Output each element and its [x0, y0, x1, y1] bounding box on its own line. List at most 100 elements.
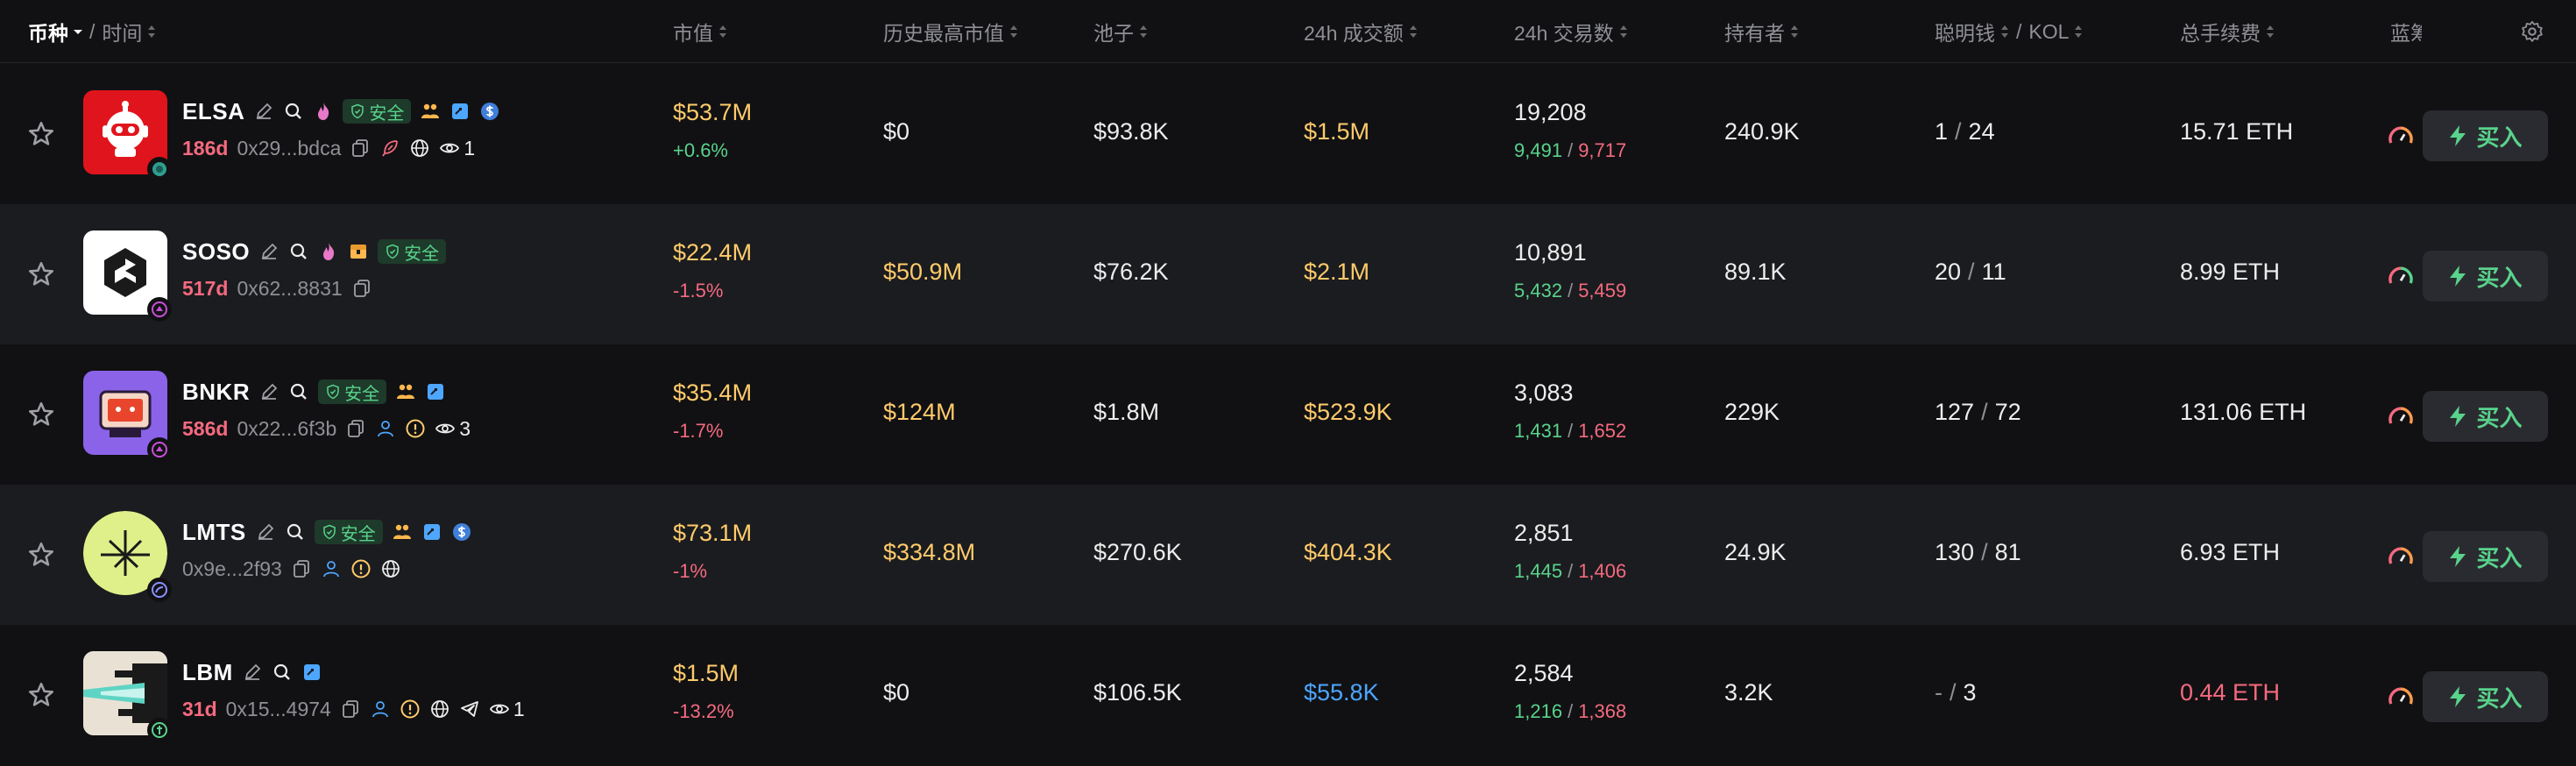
sort-icon[interactable]: [147, 24, 156, 39]
table-row[interactable]: SOSO 安全 517d 0x62...8831 $22.4M -1.5% $5…: [0, 204, 2576, 344]
safe-label: 安全: [340, 524, 376, 544]
user-icon[interactable]: [321, 558, 342, 579]
token-symbol[interactable]: ELSA: [182, 98, 244, 125]
globe-icon[interactable]: [429, 699, 450, 720]
chain-icon: [152, 162, 166, 176]
copy-icon[interactable]: [340, 699, 361, 720]
search-icon[interactable]: [283, 101, 304, 122]
market-cap: $53.7M: [673, 99, 753, 125]
buy-button[interactable]: 买入: [2423, 531, 2548, 582]
col-time-label[interactable]: 时间: [102, 17, 142, 46]
sort-icon[interactable]: [1790, 24, 1799, 39]
header-smart-kol[interactable]: 聪明钱 / KOL: [1935, 19, 2083, 45]
user-icon[interactable]: [370, 699, 391, 720]
team-icon: [393, 524, 411, 539]
contract-address[interactable]: 0x22...6f3b: [237, 417, 336, 441]
col-token-label[interactable]: 币种: [28, 17, 68, 46]
contract-address[interactable]: 0x62...8831: [237, 277, 342, 301]
sort-icon[interactable]: [2000, 24, 2009, 39]
edit-icon[interactable]: [258, 241, 280, 262]
search-icon[interactable]: [285, 521, 306, 543]
price-change: -13.2%: [673, 700, 734, 722]
star-icon[interactable]: [26, 540, 56, 570]
edit-icon[interactable]: [242, 662, 263, 683]
buy-button[interactable]: 买入: [2423, 251, 2548, 301]
header-holders[interactable]: 持有者: [1724, 19, 1799, 45]
edit-icon[interactable]: [258, 381, 280, 402]
gear-icon[interactable]: [2520, 19, 2544, 44]
sort-icon[interactable]: [1009, 24, 1018, 39]
contract-address[interactable]: 0x9e...2f93: [182, 557, 282, 581]
search-icon[interactable]: [272, 662, 293, 683]
table-row[interactable]: LMTS 安全 0x9e...2f93 $73.1M -1% $334.8M $…: [0, 485, 2576, 625]
header-ath[interactable]: 历史最高市值: [883, 19, 1018, 45]
table-row[interactable]: LBM 31d 0x15...4974 1 $1.5M -13.2% $0 $1…: [0, 625, 2576, 765]
header-pool[interactable]: 池子: [1093, 19, 1148, 45]
shield-icon: [323, 524, 336, 540]
holders: 240.9K: [1724, 118, 1800, 145]
star-icon[interactable]: [26, 119, 56, 149]
copy-icon[interactable]: [291, 558, 312, 579]
globe-icon[interactable]: [409, 138, 430, 159]
pool-size: $76.2K: [1093, 259, 1169, 285]
table-row[interactable]: BNKR 安全 586d 0x22...6f3b 3 $35.4M -1.7% …: [0, 344, 2576, 485]
header-volume[interactable]: 24h 成交额: [1304, 19, 1418, 45]
chain-badge: [147, 578, 172, 602]
col-sep: /: [89, 19, 96, 43]
tag-icon: [452, 103, 469, 119]
token-symbol[interactable]: BNKR: [182, 379, 250, 406]
safe-badge: 安全: [343, 99, 412, 124]
contract-address[interactable]: 0x29...bdca: [237, 137, 341, 160]
edit-icon[interactable]: [253, 101, 274, 122]
col-vol-label: 24h 成交额: [1304, 22, 1404, 45]
search-icon[interactable]: [288, 381, 309, 402]
user-icon[interactable]: [375, 418, 396, 439]
caret-down-icon[interactable]: [72, 25, 84, 38]
token-symbol[interactable]: LMTS: [182, 519, 246, 546]
copy-icon[interactable]: [345, 418, 366, 439]
table-row[interactable]: ELSA 安全 186d 0x29...bdca 1 $53.7M +0.6% …: [0, 64, 2576, 204]
contract-address[interactable]: 0x15...4974: [226, 698, 331, 721]
copy-icon[interactable]: [350, 138, 371, 159]
sort-icon[interactable]: [718, 24, 727, 39]
star-icon[interactable]: [26, 680, 56, 710]
col-holders-label: 持有者: [1724, 22, 1785, 45]
sort-icon[interactable]: [2074, 24, 2083, 39]
token-age: 31d: [182, 697, 217, 720]
sort-icon[interactable]: [1409, 24, 1418, 39]
globe-icon[interactable]: [380, 558, 401, 579]
header-mcap[interactable]: 市值: [673, 19, 727, 45]
safe-badge: 安全: [314, 520, 383, 544]
sort-icon[interactable]: [1139, 24, 1148, 39]
copy-icon[interactable]: [351, 278, 372, 299]
holders: 24.9K: [1724, 539, 1787, 565]
star-icon[interactable]: [26, 259, 56, 289]
total-fees: 131.06 ETH: [2180, 399, 2307, 425]
symbol-line: SOSO 安全: [182, 236, 447, 267]
token-symbol[interactable]: SOSO: [182, 238, 250, 266]
symbol-line: BNKR 安全: [182, 376, 446, 408]
pool-size: $270.6K: [1093, 539, 1182, 565]
buy-count: 1,445: [1514, 560, 1563, 582]
header-bluechip[interactable]: 蓝筹: [2390, 19, 2422, 44]
meta-line: 186d 0x29...bdca 1: [182, 134, 475, 162]
total-fees: 15.71 ETH: [2180, 118, 2294, 145]
telegram-icon[interactable]: [459, 699, 480, 720]
search-icon[interactable]: [288, 241, 309, 262]
buy-button[interactable]: 买入: [2423, 110, 2548, 161]
volume-24h: $55.8K: [1304, 679, 1379, 706]
smart-count: 1: [1935, 118, 1949, 145]
chain-badge: [147, 437, 172, 462]
sell-count: 1,406: [1578, 560, 1627, 582]
header-txs[interactable]: 24h 交易数: [1514, 19, 1628, 45]
edit-icon[interactable]: [255, 521, 276, 543]
buy-button[interactable]: 买入: [2423, 391, 2548, 442]
feather-icon[interactable]: [379, 138, 400, 159]
sort-icon[interactable]: [1619, 24, 1628, 39]
slash: /: [1981, 399, 1988, 425]
buy-button[interactable]: 买入: [2423, 671, 2548, 722]
token-symbol[interactable]: LBM: [182, 659, 233, 686]
star-icon[interactable]: [26, 400, 56, 429]
header-fees[interactable]: 总手续费: [2180, 19, 2275, 45]
sort-icon[interactable]: [2266, 24, 2275, 39]
